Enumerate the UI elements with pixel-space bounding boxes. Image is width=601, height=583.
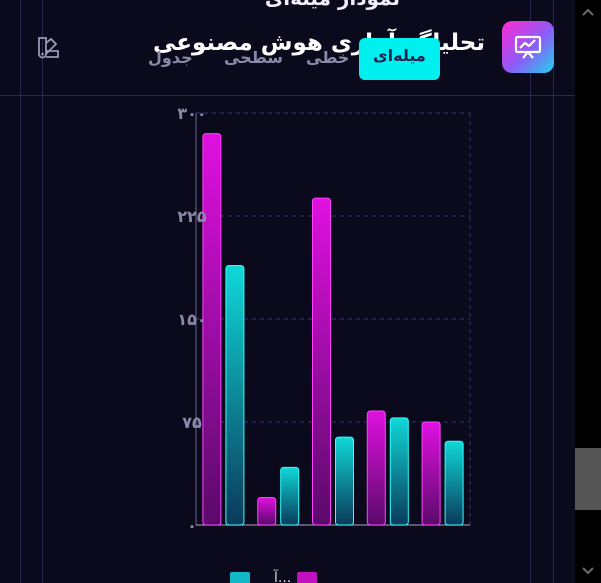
tab-bar[interactable]: میله‌ای xyxy=(359,38,440,80)
tab-line[interactable]: خطی xyxy=(306,48,349,67)
legend-item[interactable] xyxy=(230,570,256,583)
bar xyxy=(389,417,409,526)
chart-type-tabs: میله‌ای خطی سطحی جدول xyxy=(140,38,445,80)
frame-line xyxy=(530,0,531,583)
chevron-down-icon[interactable] xyxy=(582,565,594,577)
app-window: نمودار میله‌ای تحلیلگر آماری هوش مصنوعی … xyxy=(0,0,575,583)
vertical-scrollbar[interactable] xyxy=(575,0,601,583)
legend-label: آ... xyxy=(274,570,292,583)
legend-swatch xyxy=(230,572,250,583)
bar xyxy=(444,440,464,526)
tab-area[interactable]: سطحی xyxy=(224,48,283,67)
tab-table[interactable]: جدول xyxy=(148,48,193,67)
presentation-chart-icon xyxy=(502,21,554,73)
frame-line xyxy=(42,0,43,583)
bar xyxy=(280,466,300,526)
legend-item[interactable]: آ... xyxy=(274,570,318,583)
y-tick-label: ۰ xyxy=(187,516,197,535)
y-tick-label: ۲۲۵ xyxy=(177,207,207,226)
legend-swatch xyxy=(297,572,318,583)
bar xyxy=(202,133,222,526)
bar xyxy=(312,197,331,526)
frame-line xyxy=(553,0,554,583)
y-tick-label: ۷۵ xyxy=(182,413,202,432)
bar xyxy=(366,410,386,526)
bar-chart: ۰ ۷۵ ۱۵۰ ۲۲۵ ۳۰۰ xyxy=(177,104,471,535)
clipped-heading: نمودار میله‌ای xyxy=(265,0,400,10)
header-divider xyxy=(0,95,575,96)
bar xyxy=(335,436,354,526)
chart-legend: آ... xyxy=(230,570,318,583)
frame-line xyxy=(20,0,21,583)
chevron-up-icon[interactable] xyxy=(582,6,594,18)
bar xyxy=(421,421,441,526)
bar xyxy=(257,497,277,526)
palette-icon[interactable] xyxy=(36,34,62,60)
bar xyxy=(225,264,245,526)
y-tick-label: ۳۰۰ xyxy=(177,104,206,123)
y-tick-label: ۱۵۰ xyxy=(177,310,206,329)
scrollbar-thumb[interactable] xyxy=(575,448,601,510)
